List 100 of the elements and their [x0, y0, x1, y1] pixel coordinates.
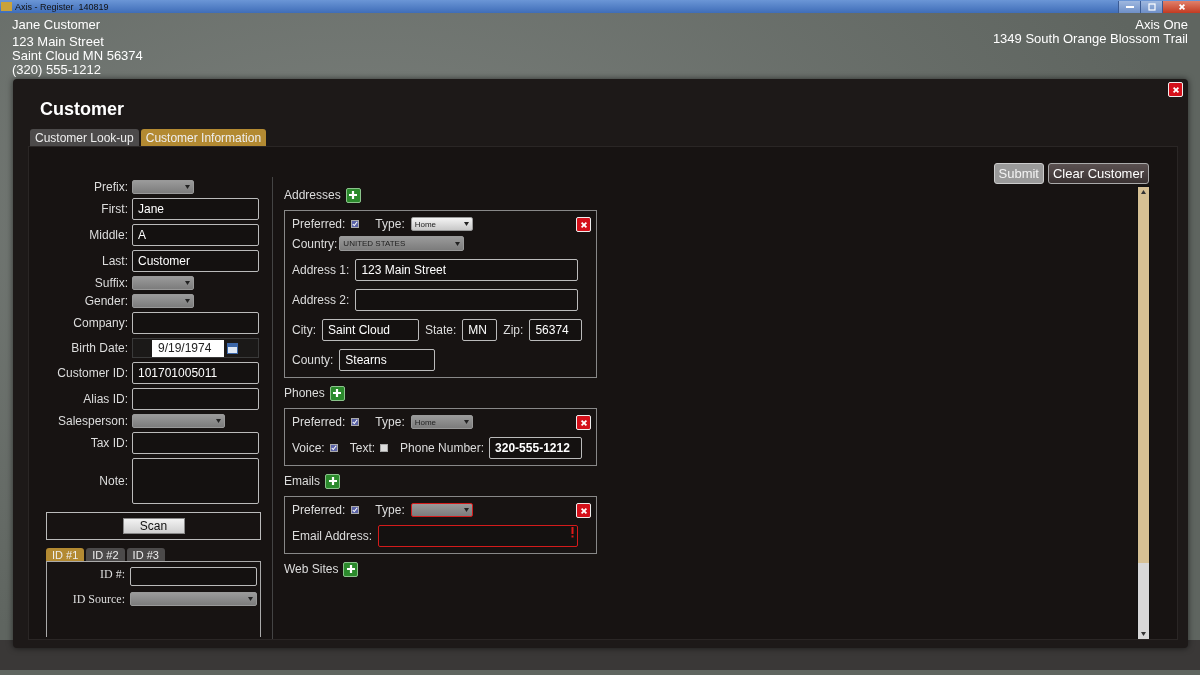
field-label: Salesperson: — [56, 414, 128, 428]
text-field[interactable]: A — [132, 224, 259, 246]
close-button[interactable] — [1162, 0, 1200, 13]
remove-button[interactable] — [576, 217, 591, 232]
field-label: Preferred: — [292, 217, 346, 231]
customer-info: (320) 555-1212 — [12, 63, 102, 77]
dialog-title: Customer — [40, 99, 124, 120]
field-label: Address 1: — [292, 263, 350, 277]
plus-icon — [327, 476, 338, 486]
remove-button[interactable] — [576, 415, 591, 430]
field-label: ID Source: — [71, 592, 125, 607]
email-field[interactable] — [378, 525, 579, 547]
add-button[interactable] — [343, 561, 359, 577]
field-label: Type: — [375, 217, 405, 231]
scan-button[interactable]: Scan — [122, 518, 185, 534]
checkbox[interactable] — [351, 506, 360, 514]
add-button[interactable] — [345, 187, 361, 203]
text-field[interactable] — [132, 312, 259, 334]
field-label: Company: — [72, 316, 128, 330]
minimize-icon — [1125, 5, 1134, 8]
window-title: Axis - Register 140819 — [15, 1, 110, 12]
dropdown[interactable] — [410, 503, 473, 517]
field-label: County: — [292, 353, 334, 367]
field-label: Type: — [375, 503, 405, 517]
checkbox[interactable] — [351, 220, 360, 228]
close-icon — [1171, 85, 1180, 94]
field-label: Tax ID: — [89, 436, 128, 450]
tab[interactable]: Customer Look-up — [30, 129, 139, 146]
note-field[interactable] — [132, 458, 259, 504]
remove-button[interactable] — [576, 503, 591, 518]
app-icon — [1, 2, 12, 11]
checkbox[interactable] — [329, 444, 338, 452]
maximize-icon — [1147, 2, 1156, 11]
id-tab[interactable]: ID #2 — [86, 548, 125, 561]
store-info: 1349 South Orange Blossom Trail — [992, 32, 1188, 46]
caret-icon — [463, 222, 469, 226]
text-field[interactable]: Saint Cloud — [322, 319, 419, 341]
add-button[interactable] — [329, 385, 345, 401]
close-icon — [579, 418, 588, 427]
text-field[interactable] — [132, 388, 259, 410]
text-field[interactable]: Jane — [132, 198, 259, 220]
field-label: Last: — [101, 254, 128, 268]
plus-icon — [348, 190, 359, 200]
field-label: Customer ID: — [56, 366, 128, 380]
text-field[interactable]: 56374 — [529, 319, 583, 341]
field-label: Gender: — [83, 294, 128, 308]
customer-info: 123 Main Street — [12, 35, 105, 49]
field-label: Preferred: — [292, 503, 346, 517]
text-field[interactable]: 123 Main Street — [355, 259, 579, 281]
id-tab[interactable]: ID #3 — [126, 548, 165, 561]
minimize-button[interactable] — [1118, 0, 1140, 13]
text-field[interactable]: MN — [462, 319, 498, 341]
customer-info: Saint Cloud MN 56374 — [12, 49, 143, 63]
alert-icon — [571, 527, 575, 538]
text-field[interactable] — [355, 289, 579, 311]
caret-icon — [216, 419, 221, 423]
field-label: Text: — [349, 441, 376, 455]
add-button[interactable] — [325, 473, 340, 489]
phone-field[interactable]: 320-555-1212 — [489, 437, 583, 459]
field-label: Email Address: — [292, 529, 373, 543]
text-field[interactable]: Customer — [132, 250, 259, 272]
field-label: Preferred: — [292, 415, 346, 429]
field-label: Note: — [98, 474, 128, 488]
field-label: Address 2: — [292, 293, 350, 307]
field-label: Zip: — [503, 323, 524, 337]
field-label: ID #: — [99, 567, 125, 583]
close-icon — [579, 506, 588, 515]
field-label: First: — [100, 202, 128, 216]
checkbox[interactable] — [351, 418, 360, 426]
checkbox[interactable] — [380, 444, 389, 452]
section-heading: Addresses — [284, 188, 341, 202]
caret-icon — [185, 281, 190, 285]
field-label: Birth Date: — [70, 341, 128, 355]
store-info: Axis One — [1134, 18, 1188, 32]
caret-icon — [248, 597, 253, 601]
maximize-button[interactable] — [1140, 0, 1162, 13]
section-heading: Phones — [284, 386, 325, 400]
field-label: Phone Number: — [400, 441, 485, 455]
field-label: Type: — [375, 415, 405, 429]
dropdown[interactable]: Home — [410, 415, 473, 429]
customer-info: Jane Customer — [12, 18, 102, 32]
plus-icon — [332, 388, 343, 398]
field-label: Alias ID: — [82, 392, 128, 406]
field-label: City: — [292, 323, 316, 337]
caret-icon — [463, 420, 469, 424]
text-field[interactable]: Stearns — [339, 349, 436, 371]
dropdown[interactable]: Home — [410, 217, 473, 231]
field-label: Country: — [292, 236, 338, 251]
caret-icon — [463, 508, 469, 512]
field-label: Middle: — [88, 228, 128, 242]
text-field[interactable] — [132, 432, 259, 454]
dropdown[interactable]: UNITED STATES — [339, 236, 465, 251]
field-label: State: — [425, 323, 457, 337]
action-button[interactable]: Clear Customer — [1047, 163, 1149, 184]
scrollbar[interactable] — [1137, 186, 1150, 639]
caret-icon — [455, 241, 461, 246]
field-label: Suffix: — [93, 276, 128, 290]
close-icon — [1177, 2, 1186, 11]
text-field[interactable] — [130, 567, 257, 586]
text-field[interactable]: 101701005011 — [132, 362, 259, 384]
